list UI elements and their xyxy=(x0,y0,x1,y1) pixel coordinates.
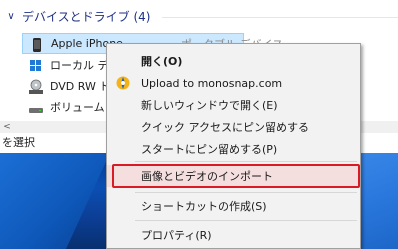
context-menu: 開く(O) Upload to monosnap.com 新しいウィンドウで開く… xyxy=(106,43,361,249)
menu-item-label: Upload to monosnap.com xyxy=(141,76,283,90)
menu-item-pin-start[interactable]: スタートにピン留めする(P) xyxy=(107,138,360,160)
menu-separator xyxy=(135,220,357,221)
phone-icon xyxy=(29,37,45,52)
windows-drive-icon xyxy=(28,58,44,72)
drive-icon xyxy=(28,100,44,114)
drive-item-local-disk[interactable]: ローカル ディ xyxy=(22,54,119,75)
menu-item-label: クイック アクセスにピン留めする xyxy=(141,121,309,134)
menu-item-pin-quick-access[interactable]: クイック アクセスにピン留めする xyxy=(107,116,360,138)
group-title: デバイスとドライブ (4) xyxy=(22,9,151,24)
desktop-light-beam xyxy=(0,153,110,249)
menu-item-label: プロパティ(R) xyxy=(141,229,212,242)
group-divider xyxy=(162,17,398,18)
chevron-down-icon[interactable]: ∨ xyxy=(0,11,22,22)
drive-item-volume-e[interactable]: ボリューム (E xyxy=(22,96,119,117)
menu-item-label: 画像とビデオのインポート xyxy=(141,170,273,183)
menu-separator xyxy=(135,161,357,162)
menu-item-label: スタートにピン留めする(P) xyxy=(141,143,278,156)
dvd-drive-icon xyxy=(28,79,44,94)
menu-item-properties[interactable]: プロパティ(R) xyxy=(107,224,360,246)
drive-label: DVD RW ド xyxy=(50,79,111,93)
menu-item-label: 開く(O) xyxy=(141,55,183,68)
menu-item-label: 新しいウィンドウで開く(E) xyxy=(141,99,278,112)
menu-separator xyxy=(135,192,357,193)
menu-item-open[interactable]: 開く(O) xyxy=(107,50,360,72)
menu-item-import-pictures-videos[interactable]: 画像とビデオのインポート xyxy=(107,165,360,187)
menu-item-create-shortcut[interactable]: ショートカットの作成(S) xyxy=(107,195,360,217)
scroll-left-icon[interactable]: < xyxy=(0,122,14,132)
drive-item-dvd[interactable]: DVD RW ド xyxy=(22,75,110,96)
menu-item-upload-monosnap[interactable]: Upload to monosnap.com xyxy=(107,72,360,94)
monosnap-icon xyxy=(115,75,131,91)
devices-drives-group-header[interactable]: ∨ デバイスとドライブ (4) xyxy=(0,6,300,26)
menu-item-label: ショートカットの作成(S) xyxy=(141,200,267,213)
menu-item-open-new-window[interactable]: 新しいウィンドウで開く(E) xyxy=(107,94,360,116)
